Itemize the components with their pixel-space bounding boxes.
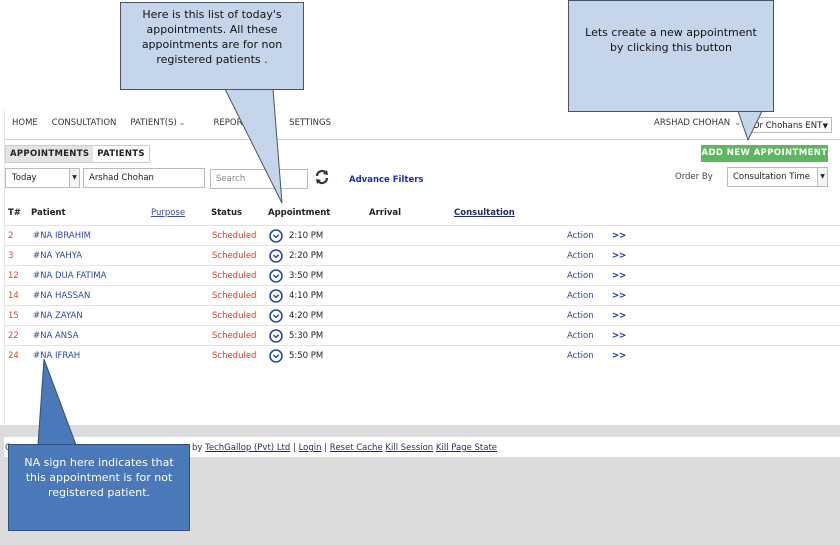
callout-list-pointer [224, 88, 283, 204]
callout-list-text: Here is this list of today's appointment… [141, 8, 283, 66]
callout-na-pointer [37, 358, 77, 446]
callout-create-text: Lets create a new appointment by clickin… [585, 26, 757, 54]
callout-create-pointer [737, 110, 763, 142]
callout-na: NA sign here indicates that this appoint… [8, 444, 190, 531]
callout-create: Lets create a new appointment by clickin… [568, 0, 774, 112]
callout-na-text: NA sign here indicates that this appoint… [24, 456, 174, 499]
callout-list: Here is this list of today's appointment… [120, 2, 304, 90]
